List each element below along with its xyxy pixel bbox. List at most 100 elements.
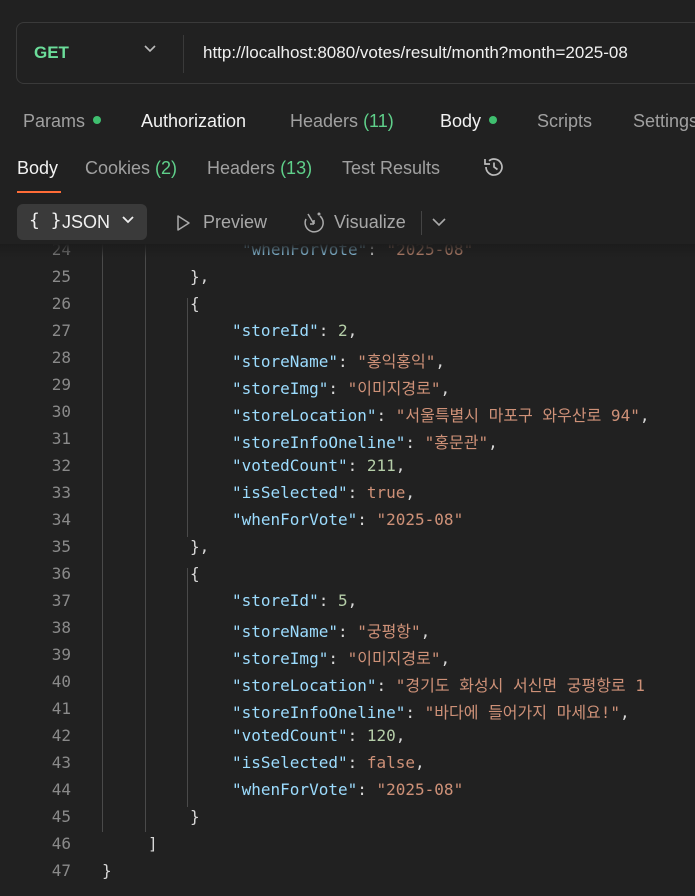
json-punctuation: : bbox=[405, 433, 425, 452]
visualize-icon bbox=[304, 212, 324, 233]
json-punctuation: : bbox=[357, 780, 377, 799]
json-key: "isSelected" bbox=[232, 483, 348, 502]
json-punctuation: ] bbox=[148, 834, 158, 853]
json-key: "whenForVote" bbox=[232, 780, 358, 799]
tab-label: Authorization bbox=[141, 111, 247, 131]
json-value: "홍문관" bbox=[424, 433, 489, 452]
code-text: "storeImg": "이미지경로", bbox=[232, 645, 450, 669]
code-line: 35}, bbox=[0, 537, 695, 564]
code-text: "storeId": 5, bbox=[232, 591, 357, 610]
json-key: "storeName" bbox=[232, 622, 338, 641]
json-punctuation: , bbox=[440, 649, 451, 668]
tab-authorization[interactable]: Authorization bbox=[141, 111, 246, 132]
json-key: "storeId" bbox=[232, 591, 319, 610]
json-key: "votedCount" bbox=[232, 726, 348, 745]
line-number: 36 bbox=[51, 564, 71, 583]
response-toolbar: { } JSON Preview Visualize bbox=[0, 200, 695, 244]
code-line: 40 "storeLocation": "경기도 화성시 서신면 궁평항로 1 bbox=[0, 672, 695, 699]
tab-params[interactable]: Params bbox=[23, 111, 102, 132]
tab-label: Headers bbox=[290, 111, 359, 131]
code-text: }, bbox=[190, 267, 209, 286]
json-punctuation: { bbox=[190, 564, 200, 583]
preview-button[interactable]: Preview bbox=[203, 212, 267, 233]
tab-cookies[interactable]: Cookies (2) bbox=[85, 158, 177, 179]
divider bbox=[421, 211, 422, 235]
code-text: "votedCount": 120, bbox=[232, 726, 405, 745]
json-punctuation: { bbox=[190, 294, 200, 313]
chevron-down-icon[interactable] bbox=[431, 216, 447, 228]
json-punctuation: , bbox=[639, 406, 650, 425]
code-line: 42 "votedCount": 120, bbox=[0, 726, 695, 753]
active-tab-indicator bbox=[17, 191, 61, 193]
braces-icon: { } bbox=[29, 210, 62, 231]
code-text: "votedCount": 211, bbox=[232, 456, 405, 475]
code-line: 43 "isSelected": false, bbox=[0, 753, 695, 780]
json-value: "2025-08" bbox=[376, 510, 464, 529]
play-icon bbox=[177, 215, 190, 231]
tab-headers[interactable]: Headers (11) bbox=[290, 111, 394, 132]
line-number: 27 bbox=[51, 321, 71, 340]
chevron-down-icon bbox=[122, 216, 134, 224]
code-line: 29 "storeImg": "이미지경로", bbox=[0, 375, 695, 402]
json-punctuation: : bbox=[337, 352, 358, 371]
tab-response-headers[interactable]: Headers (13) bbox=[207, 158, 312, 179]
code-text: { bbox=[190, 294, 200, 313]
line-number: 30 bbox=[51, 402, 71, 421]
json-punctuation: : bbox=[376, 406, 396, 425]
json-value: "2025-08" bbox=[376, 780, 464, 799]
chevron-down-icon[interactable] bbox=[143, 44, 157, 54]
code-line: 34 "whenForVote": "2025-08" bbox=[0, 510, 695, 537]
line-number: 37 bbox=[51, 591, 71, 610]
code-line: 38 "storeName": "궁평항", bbox=[0, 618, 695, 645]
code-text: "storeInfoOneline": "바다에 들어가지 마세요!", bbox=[232, 699, 630, 723]
code-line: 26 { bbox=[0, 294, 695, 321]
json-punctuation: : bbox=[328, 379, 348, 398]
code-text: "storeName": "궁평항", bbox=[232, 618, 430, 642]
code-text: }, bbox=[190, 537, 209, 556]
code-text: { bbox=[190, 564, 200, 583]
visualize-button[interactable]: Visualize bbox=[334, 212, 406, 233]
line-number: 31 bbox=[51, 429, 71, 448]
line-number: 40 bbox=[51, 672, 71, 691]
line-number: 41 bbox=[51, 699, 71, 718]
response-body-viewer[interactable]: 24"whenForVote": "2025-08"25},26{27"stor… bbox=[0, 244, 695, 896]
json-key: "votedCount" bbox=[232, 456, 348, 475]
code-line: 44 "whenForVote": "2025-08" bbox=[0, 780, 695, 807]
tab-label: Body bbox=[17, 158, 59, 178]
json-punctuation: , bbox=[488, 433, 498, 452]
tab-body[interactable]: Body bbox=[440, 111, 498, 132]
tab-count: (13) bbox=[280, 158, 313, 178]
json-value: "홍익홍익" bbox=[357, 352, 436, 371]
format-select[interactable]: { } JSON bbox=[17, 204, 147, 240]
code-text: "storeLocation": "서울특별시 마포구 와우산로 94", bbox=[232, 402, 649, 426]
json-key: "storeImg" bbox=[232, 649, 329, 668]
code-line: 31 "storeInfoOneline": "홍문관", bbox=[0, 429, 695, 456]
json-punctuation: , bbox=[395, 456, 406, 475]
line-number: 43 bbox=[51, 753, 71, 772]
tab-scripts[interactable]: Scripts bbox=[537, 111, 592, 132]
line-number: 35 bbox=[51, 537, 71, 556]
tab-count: (2) bbox=[155, 158, 178, 178]
tab-response-body[interactable]: Body bbox=[17, 158, 58, 179]
code-line: 36 { bbox=[0, 564, 695, 591]
json-punctuation: : bbox=[405, 703, 425, 722]
code-text: "storeInfoOneline": "홍문관", bbox=[232, 429, 498, 453]
code-line: 46] bbox=[0, 834, 695, 861]
json-punctuation: , bbox=[395, 726, 406, 745]
json-value: 120 bbox=[366, 726, 396, 745]
code-line: 28 "storeName": "홍익홍익", bbox=[0, 348, 695, 375]
json-value: false bbox=[366, 753, 416, 772]
history-icon[interactable] bbox=[481, 154, 507, 180]
code-text: ] bbox=[148, 834, 158, 853]
json-punctuation: , bbox=[440, 379, 451, 398]
tab-settings[interactable]: Settings bbox=[633, 111, 695, 132]
json-punctuation: }, bbox=[190, 267, 210, 286]
tab-test-results[interactable]: Test Results bbox=[342, 158, 440, 179]
url-input[interactable]: http://localhost:8080/votes/result/month… bbox=[203, 43, 628, 63]
code-text: "storeLocation": "경기도 화성시 서신면 궁평항로 1 bbox=[232, 672, 645, 696]
json-key: "isSelected" bbox=[232, 753, 348, 772]
tab-label: Cookies bbox=[85, 158, 151, 178]
method-select[interactable]: GET bbox=[34, 43, 69, 63]
json-key: "storeImg" bbox=[232, 379, 329, 398]
json-punctuation: : bbox=[357, 510, 377, 529]
